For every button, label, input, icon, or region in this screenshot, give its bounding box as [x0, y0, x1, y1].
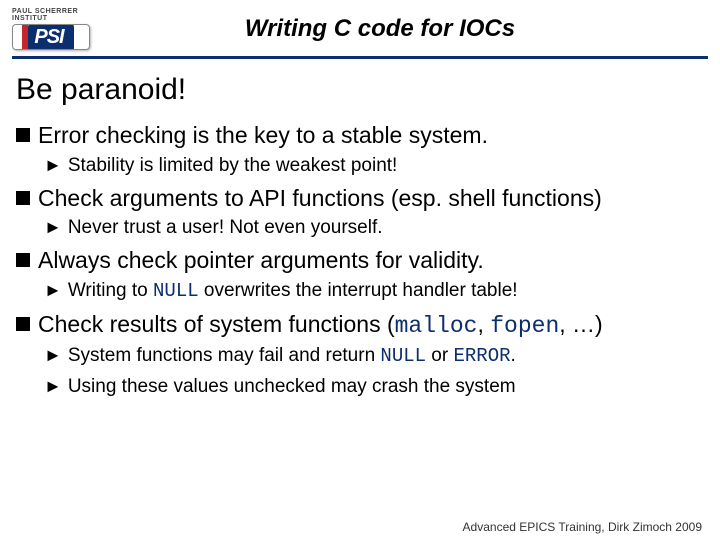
triangle-bullet-icon: ►: [44, 216, 62, 239]
bullet-1: Error checking is the key to a stable sy…: [16, 121, 704, 150]
code-null: NULL: [153, 280, 199, 302]
subbullet-text: Writing to NULL overwrites the interrupt…: [68, 279, 518, 304]
bullet-text: Check results of system functions (mallo…: [38, 310, 603, 341]
content: Be paranoid! Error checking is the key t…: [0, 59, 720, 399]
subbullet-2-1: ► Never trust a user! Not even yourself.: [44, 216, 704, 240]
square-bullet-icon: [16, 317, 30, 331]
square-bullet-icon: [16, 128, 30, 142]
subbullet-4-2: ► Using these values unchecked may crash…: [44, 375, 704, 399]
slide-title: Writing C code for IOCs: [112, 15, 708, 43]
logo: PAUL SCHERRER INSTITUT PSI: [12, 8, 112, 50]
logo-box: PSI: [12, 24, 90, 50]
code-null: NULL: [380, 345, 426, 367]
code-fopen: fopen: [490, 313, 559, 339]
square-bullet-icon: [16, 253, 30, 267]
square-bullet-icon: [16, 191, 30, 205]
header: PAUL SCHERRER INSTITUT PSI Writing C cod…: [0, 0, 720, 56]
institute-name: PAUL SCHERRER INSTITUT: [12, 8, 112, 22]
bullet-2: Check arguments to API functions (esp. s…: [16, 184, 704, 213]
subbullet-1-1: ► Stability is limited by the weakest po…: [44, 154, 704, 178]
subbullet-3-1: ► Writing to NULL overwrites the interru…: [44, 279, 704, 304]
triangle-bullet-icon: ►: [44, 375, 62, 398]
subbullet-text: Never trust a user! Not even yourself.: [68, 216, 383, 240]
footer-text: Advanced EPICS Training, Dirk Zimoch 200…: [463, 520, 702, 534]
subbullet-4-1: ► System functions may fail and return N…: [44, 344, 704, 369]
bullet-4: Check results of system functions (mallo…: [16, 310, 704, 341]
bullet-3: Always check pointer arguments for valid…: [16, 246, 704, 275]
code-error: ERROR: [453, 345, 510, 367]
triangle-bullet-icon: ►: [44, 279, 62, 302]
triangle-bullet-icon: ►: [44, 344, 62, 367]
page-heading: Be paranoid!: [16, 73, 704, 107]
bullet-text: Always check pointer arguments for valid…: [38, 246, 484, 275]
triangle-bullet-icon: ►: [44, 154, 62, 177]
bullet-text: Error checking is the key to a stable sy…: [38, 121, 488, 150]
subbullet-text: Using these values unchecked may crash t…: [68, 375, 516, 399]
subbullet-text: Stability is limited by the weakest poin…: [68, 154, 398, 178]
code-malloc: malloc: [395, 313, 478, 339]
bullet-text: Check arguments to API functions (esp. s…: [38, 184, 602, 213]
logo-abbrev: PSI: [28, 24, 73, 50]
subbullet-text: System functions may fail and return NUL…: [68, 344, 516, 369]
